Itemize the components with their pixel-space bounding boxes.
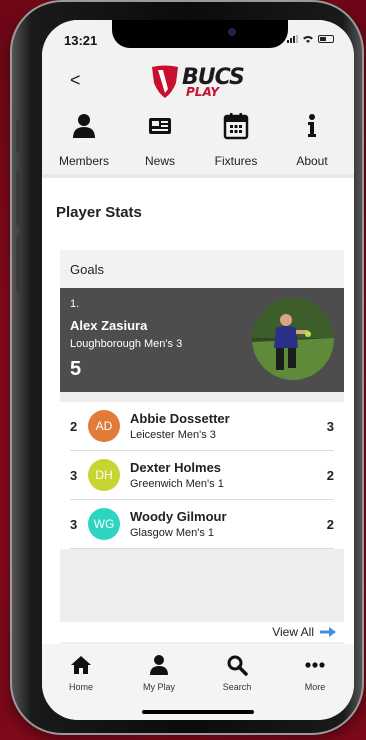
- search-icon: [227, 655, 248, 676]
- goals-list: 2 AD Abbie Dossetter Leicester Men's 3 3…: [60, 402, 344, 549]
- row-name: Woody Gilmour: [130, 509, 227, 524]
- calendar-icon: [223, 113, 249, 140]
- wifi-icon: [303, 36, 313, 43]
- view-all-link[interactable]: View All: [42, 622, 354, 642]
- row-goals: 2: [326, 467, 334, 483]
- row-goals: 2: [326, 516, 334, 532]
- tab-news-label: News: [144, 154, 175, 168]
- view-all-label: View All: [272, 625, 314, 639]
- page-title: Player Stats: [56, 204, 142, 221]
- row-rank: 2: [70, 418, 78, 434]
- shield-logo-icon: [152, 65, 178, 98]
- bucs-play-logo: BUCS PLAY: [150, 64, 245, 100]
- row-rank: 3: [70, 516, 78, 532]
- list-item[interactable]: 3 WG Woody Gilmour Glasgow Men's 1 2: [70, 500, 334, 549]
- volume-down-button: [16, 236, 22, 292]
- info-icon: [308, 114, 316, 137]
- tabbar-home-label: Home: [68, 682, 93, 692]
- leader-team: Loughborough Men's 3: [70, 338, 183, 350]
- row-team: Greenwich Men's 1: [130, 478, 224, 490]
- row-name: Abbie Dossetter: [130, 411, 230, 426]
- home-indicator: [142, 710, 254, 714]
- list-item[interactable]: 3 DH Dexter Holmes Greenwich Men's 1 2: [70, 451, 334, 500]
- row-goals: 3: [326, 418, 334, 434]
- tab-fixtures-label: Fixtures: [214, 154, 258, 168]
- person-icon: [150, 655, 168, 675]
- back-button[interactable]: <: [70, 70, 81, 91]
- mute-switch: [16, 120, 22, 152]
- battery-icon: [318, 35, 334, 43]
- row-team: Glasgow Men's 1: [130, 527, 215, 539]
- avatar: DH: [88, 459, 120, 491]
- tab-about-label: About: [296, 154, 328, 168]
- row-rank: 3: [70, 467, 78, 483]
- more-icon: [305, 662, 325, 668]
- tabbar-more[interactable]: More: [285, 654, 345, 720]
- tabbar-more-label: More: [304, 682, 326, 692]
- leader-photo: [252, 298, 334, 380]
- person-icon: [73, 114, 95, 138]
- signal-icon: [287, 35, 298, 43]
- bottom-tabbar: Home My Play Search More: [42, 644, 354, 720]
- screen: 13:21 < BUCS PLAY Members News Fixtures …: [42, 20, 354, 720]
- tabbar-search-label: Search: [222, 682, 252, 692]
- phone-frame: 13:21 < BUCS PLAY Members News Fixtures …: [10, 0, 364, 735]
- status-icons: [287, 35, 334, 43]
- leader-name: Alex Zasiura: [70, 318, 148, 333]
- home-icon: [71, 656, 91, 674]
- status-time: 13:21: [64, 33, 98, 48]
- leader-goals: 5: [70, 358, 82, 380]
- leader-panel[interactable]: 1. Alex Zasiura Loughborough Men's 3 5: [60, 288, 344, 392]
- row-team: Leicester Men's 3: [130, 429, 216, 441]
- newspaper-icon: [149, 118, 171, 134]
- app-header: < BUCS PLAY: [42, 56, 354, 106]
- tab-fixtures[interactable]: Fixtures: [201, 106, 271, 174]
- leader-rank: 1.: [70, 298, 80, 310]
- tab-about[interactable]: About: [277, 106, 347, 174]
- tab-members[interactable]: Members: [49, 106, 119, 174]
- avatar: AD: [88, 410, 120, 442]
- tabbar-home[interactable]: Home: [51, 654, 111, 720]
- tab-members-label: Members: [58, 154, 109, 168]
- main-content: Player Stats Goals 1. Alex Zasiura Lough…: [42, 182, 354, 650]
- list-item[interactable]: 2 AD Abbie Dossetter Leicester Men's 3 3: [70, 402, 334, 451]
- avatar: WG: [88, 508, 120, 540]
- tab-news[interactable]: News: [125, 106, 195, 174]
- row-name: Dexter Holmes: [130, 460, 222, 475]
- tabbar-my-play-label: My Play: [142, 682, 175, 692]
- section-nav: Members News Fixtures About: [42, 106, 354, 178]
- arrow-right-icon: [320, 627, 336, 637]
- goals-card-title: Goals: [60, 250, 344, 288]
- volume-up-button: [16, 170, 22, 226]
- logo-play-text: PLAY: [186, 84, 220, 99]
- notch: [112, 20, 288, 48]
- goals-card: Goals 1. Alex Zasiura Loughborough Men's…: [60, 250, 344, 650]
